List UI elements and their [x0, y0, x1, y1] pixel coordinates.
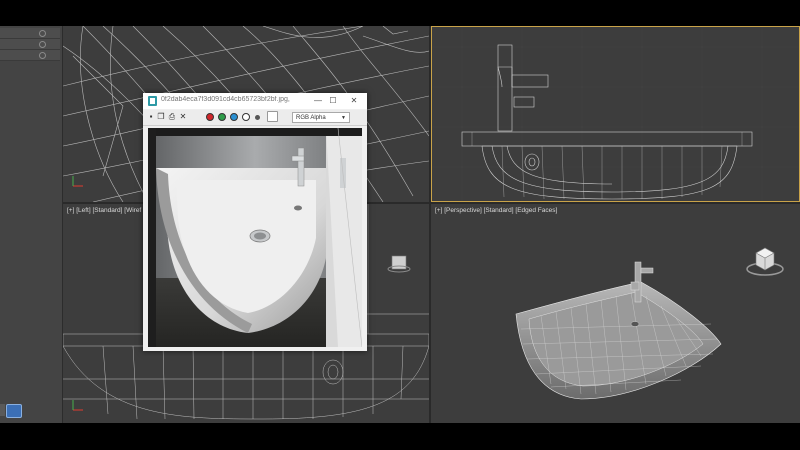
command-panel [0, 26, 63, 423]
mono-channel-toggle[interactable] [242, 113, 250, 121]
close-button[interactable]: ✕ [347, 95, 361, 107]
maximize-button[interactable]: ☐ [326, 95, 340, 107]
layer-row[interactable] [0, 39, 60, 50]
app-workspace: [+] [Left] [Standard] [Wiref [+] [Perspe… [0, 26, 800, 423]
top-letterbox [0, 0, 800, 26]
image-window[interactable]: 0f2dab4eca7f3d091cd4cb65723bf2bf.jpg, Di… [143, 93, 367, 351]
scene-explorer-icon[interactable] [6, 404, 22, 418]
bottom-letterbox [0, 423, 800, 450]
panel-toggle[interactable] [0, 404, 5, 416]
save-icon[interactable]: ▪ [147, 113, 155, 121]
background-color-swatch[interactable] [267, 111, 278, 122]
sink-render [148, 128, 362, 347]
image-toolbar: ▪ ❐ ⎙ ✕ RGB Alpha ▼ [143, 110, 367, 126]
viewcube-icon[interactable] [386, 251, 412, 275]
viewcube-icon[interactable] [745, 243, 785, 279]
alpha-channel-toggle[interactable] [255, 115, 260, 120]
viewport-label[interactable]: [+] [Left] [Standard] [Wiref [67, 207, 141, 214]
viewport-divider[interactable] [429, 26, 431, 423]
channel-select-value: RGB Alpha [296, 115, 326, 121]
chevron-down-icon: ▼ [341, 115, 346, 121]
sink-model [515, 261, 722, 400]
visibility-icon[interactable] [39, 41, 46, 48]
axis-gizmo [72, 176, 83, 187]
perspective-viewport[interactable]: [+] [Perspective] [Standard] [Edged Face… [431, 204, 800, 423]
front-viewport[interactable] [431, 26, 800, 202]
green-channel-toggle[interactable] [218, 113, 226, 121]
red-channel-toggle[interactable] [206, 113, 214, 121]
print-icon[interactable]: ⎙ [168, 113, 176, 121]
app-icon [148, 96, 157, 106]
front-wireframe [432, 27, 799, 201]
layer-row[interactable] [0, 50, 60, 61]
copy-icon[interactable]: ❐ [157, 113, 165, 121]
minimize-button[interactable]: — [311, 95, 325, 107]
clear-icon[interactable]: ✕ [179, 113, 187, 121]
visibility-icon[interactable] [39, 30, 46, 37]
window-titlebar[interactable]: 0f2dab4eca7f3d091cd4cb65723bf2bf.jpg, Di… [143, 93, 367, 109]
layer-row[interactable] [0, 28, 60, 39]
rendered-image [148, 128, 362, 347]
window-title: 0f2dab4eca7f3d091cd4cb65723bf2bf.jpg, Di… [161, 96, 291, 103]
channel-select[interactable]: RGB Alpha ▼ [292, 112, 350, 123]
axis-gizmo [72, 400, 83, 411]
viewport-label[interactable]: [+] [Perspective] [Standard] [Edged Face… [435, 207, 557, 214]
blue-channel-toggle[interactable] [230, 113, 238, 121]
visibility-icon[interactable] [39, 52, 46, 59]
